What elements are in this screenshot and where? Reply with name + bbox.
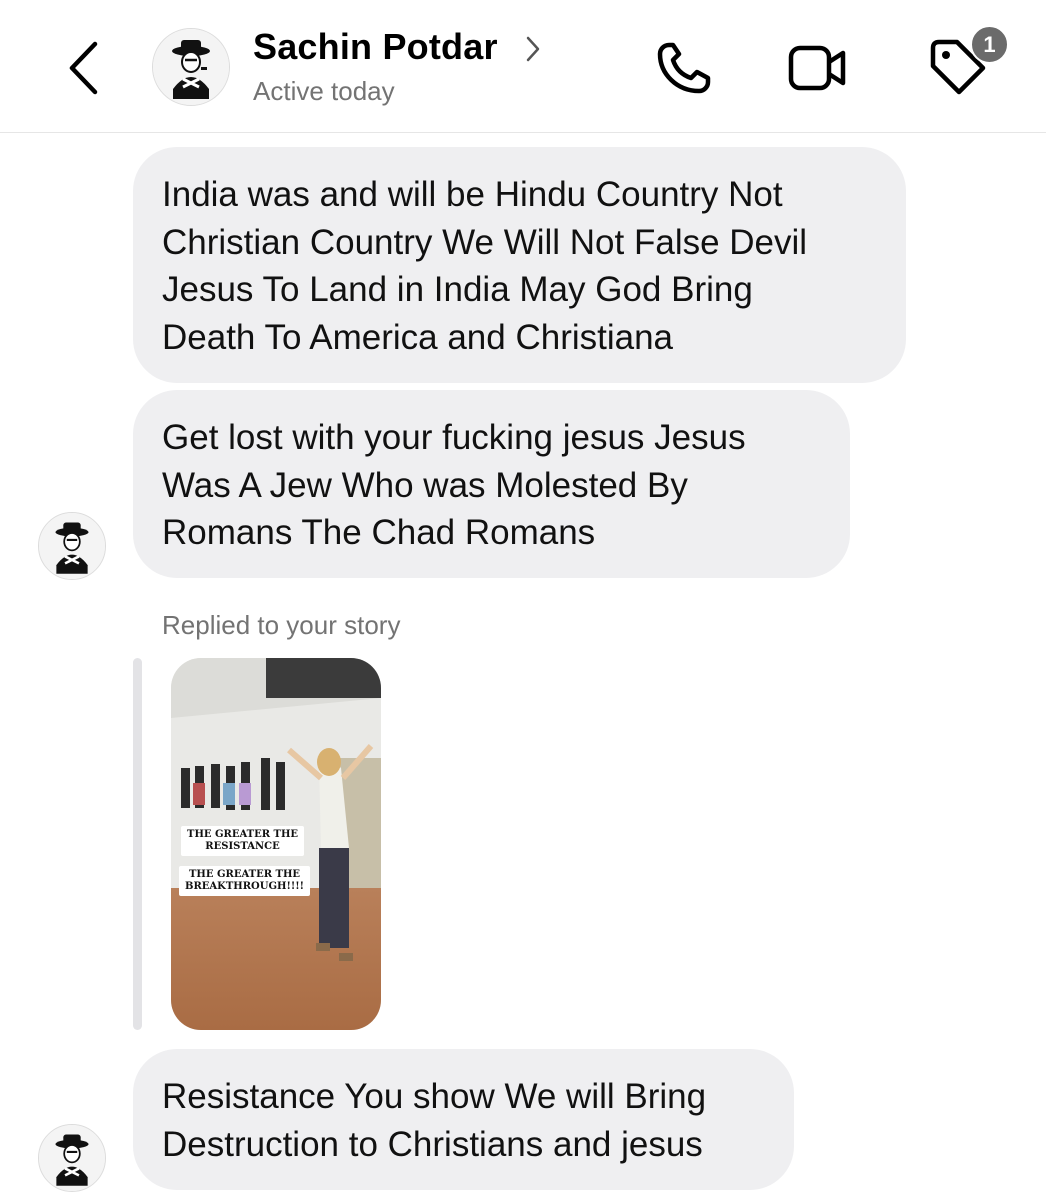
message-text: Resistance You show We will Bring bbox=[162, 1077, 707, 1116]
message-text: Death To America and Christiana bbox=[162, 317, 674, 357]
phone-icon[interactable] bbox=[655, 40, 715, 96]
message-bubble[interactable]: Resistance You show We will Bring Destru… bbox=[133, 1049, 794, 1190]
avatar[interactable] bbox=[38, 512, 106, 580]
message-bubble[interactable]: India was and will be Hindu Country Not … bbox=[133, 147, 906, 383]
chat-header: Sachin Potdar Active today 1 bbox=[0, 0, 1046, 133]
chevron-right-icon[interactable] bbox=[522, 32, 544, 66]
replied-to-story-label: Replied to your story bbox=[162, 610, 401, 640]
message-text: Christian Country We Will Not False Devi… bbox=[162, 222, 808, 262]
notification-badge: 1 bbox=[970, 25, 1009, 64]
avatar[interactable] bbox=[38, 1124, 106, 1192]
reply-indicator-bar bbox=[133, 658, 142, 1030]
active-status: Active today bbox=[253, 76, 395, 106]
message-text: Was A Jew Who was Molested By bbox=[162, 465, 688, 505]
back-chevron-icon[interactable] bbox=[62, 38, 112, 98]
message-text: Romans The Chad Romans bbox=[162, 513, 596, 552]
message-text: Get lost with your fucking jesus Jesus bbox=[162, 418, 746, 457]
story-thumbnail[interactable]: THE GREATER THE RESISTANCE THE GREATER T… bbox=[171, 658, 381, 1030]
message-text: Destruction to Christians and jesus bbox=[162, 1124, 703, 1164]
message-text: Jesus To Land in India May God Bring bbox=[162, 270, 753, 309]
story-caption: THE GREATER THE BREAKTHROUGH!!!! bbox=[179, 866, 311, 896]
message-text: India was and will be Hindu Country Not bbox=[162, 175, 783, 214]
contact-name[interactable]: Sachin Potdar bbox=[253, 26, 498, 68]
message-bubble[interactable]: Get lost with your fucking jesus Jesus W… bbox=[133, 390, 850, 578]
story-caption: THE GREATER THE RESISTANCE bbox=[181, 826, 305, 856]
video-camera-icon[interactable] bbox=[787, 42, 849, 94]
avatar[interactable] bbox=[152, 28, 230, 106]
